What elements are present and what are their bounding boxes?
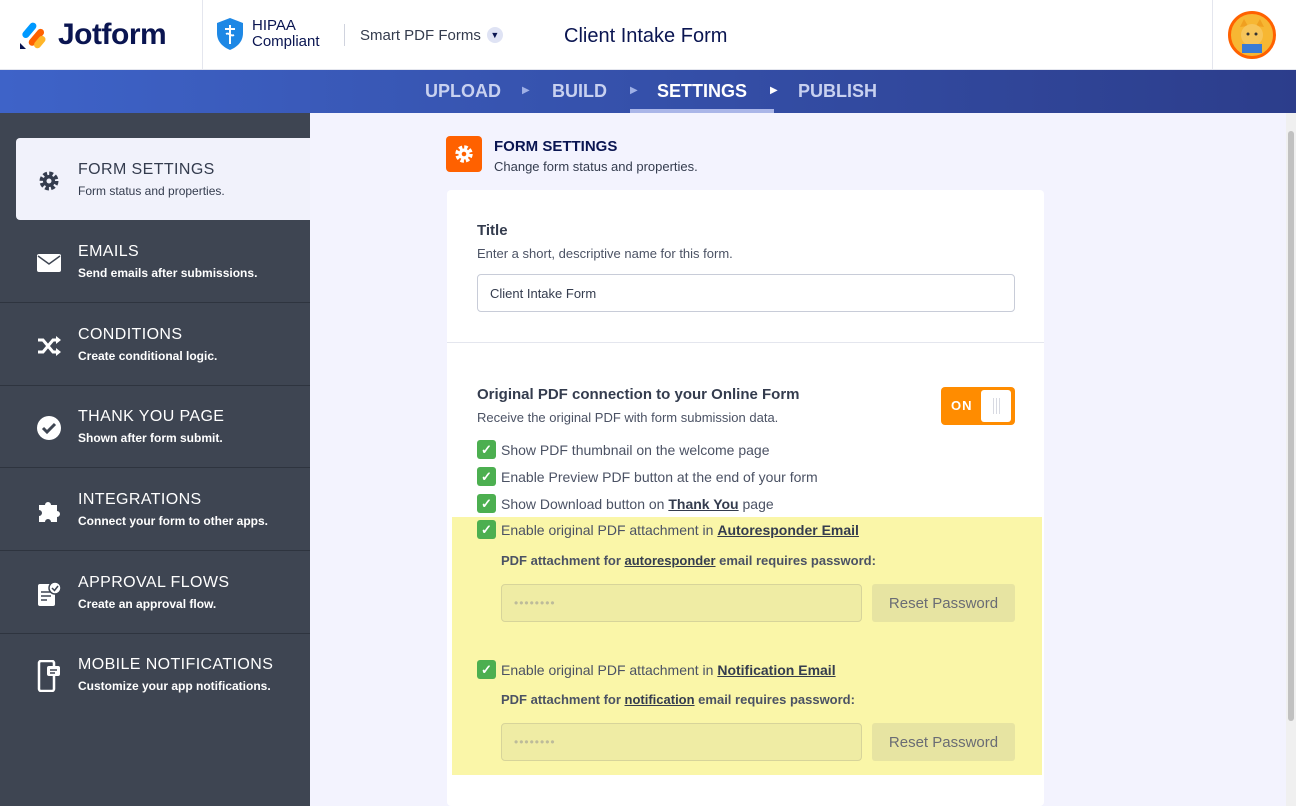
hipaa-badge: HIPAA Compliant bbox=[216, 17, 320, 51]
sidebar-item-sub: Create an approval flow. bbox=[78, 597, 217, 611]
title-label: Title bbox=[477, 222, 508, 239]
tab-build[interactable]: BUILD bbox=[552, 70, 607, 113]
checkbox-row: ✓ Enable original PDF attachment in Autor… bbox=[477, 520, 859, 539]
checkbox-label: Enable original PDF attachment in bbox=[501, 521, 718, 538]
tab-settings[interactable]: SETTINGS bbox=[630, 70, 775, 113]
envelope-icon bbox=[36, 250, 62, 276]
sidebar-item-title: EMAILS bbox=[78, 243, 140, 260]
settings-sidebar: FORM SETTINGS Form status and properties… bbox=[0, 113, 310, 806]
top-header: Jotform HIPAA Compliant Smart PDF Forms ▼… bbox=[0, 0, 1296, 70]
checkbox-row: ✓ Enable original PDF attachment in Notif… bbox=[477, 660, 836, 679]
sidebar-item-title: THANK YOU PAGE bbox=[78, 408, 225, 425]
avatar-cat-icon bbox=[1240, 19, 1264, 53]
notification-password-input[interactable]: •••••••• bbox=[501, 723, 862, 761]
sidebar-item-title: CONDITIONS bbox=[78, 326, 183, 343]
checkbox-checked-icon[interactable]: ✓ bbox=[477, 440, 496, 459]
notification-link[interactable]: notification bbox=[625, 692, 695, 707]
mobile-icon bbox=[36, 660, 62, 692]
autoresponder-email-link[interactable]: Autoresponder Email bbox=[717, 522, 859, 538]
checkbox-label: Show PDF thumbnail on the welcome page bbox=[501, 441, 770, 458]
checkbox-row: ✓ Enable Preview PDF button at the end of… bbox=[477, 467, 818, 486]
checkbox-label: Enable Preview PDF button at the end of … bbox=[501, 468, 818, 485]
gear-icon bbox=[36, 168, 62, 194]
chevron-down-icon: ▼ bbox=[486, 27, 503, 43]
sidebar-item-sub: Create conditional logic. bbox=[78, 349, 218, 363]
jotform-logo-icon bbox=[20, 22, 46, 49]
checkbox-label: Show Download button on bbox=[501, 495, 669, 512]
scrollbar[interactable] bbox=[1286, 113, 1296, 806]
toggle-label: ON bbox=[951, 398, 973, 413]
pdf-connection-toggle[interactable]: ON bbox=[941, 387, 1015, 425]
scrollbar-thumb[interactable] bbox=[1288, 131, 1294, 721]
wizard-nav: UPLOAD ▶ BUILD ▶ SETTINGS ▶ PUBLISH bbox=[0, 70, 1296, 113]
sidebar-item-title: FORM SETTINGS bbox=[78, 161, 215, 178]
sidebar-item-integrations[interactable]: INTEGRATIONS Connect your form to other … bbox=[0, 468, 310, 551]
arrow-right-icon: ▶ bbox=[770, 85, 778, 96]
puzzle-icon bbox=[36, 498, 62, 524]
hipaa-line1: HIPAA bbox=[252, 17, 296, 34]
divider bbox=[1212, 0, 1213, 70]
tab-upload[interactable]: UPLOAD bbox=[425, 70, 501, 113]
section-subtitle: Change form status and properties. bbox=[494, 159, 698, 174]
sidebar-item-emails[interactable]: EMAILS Send emails after submissions. bbox=[0, 220, 310, 303]
attachment-highlight-panel: ✓ Enable original PDF attachment in Autor… bbox=[452, 517, 1042, 775]
sidebar-item-approval-flows[interactable]: APPROVAL FLOWS Create an approval flow. bbox=[0, 551, 310, 634]
reset-password-button[interactable]: Reset Password bbox=[872, 584, 1015, 622]
sidebar-item-sub: Form status and properties. bbox=[78, 184, 225, 198]
checkbox-label: page bbox=[738, 495, 774, 512]
title-input[interactable] bbox=[477, 274, 1015, 312]
autoresponder-password-input[interactable]: •••••••• bbox=[501, 584, 862, 622]
reset-password-button[interactable]: Reset Password bbox=[872, 723, 1015, 761]
shuffle-icon bbox=[36, 333, 62, 359]
sidebar-item-mobile-notifications[interactable]: MOBILE NOTIFICATIONS Customize your app … bbox=[0, 633, 310, 716]
sidebar-item-sub: Connect your form to other apps. bbox=[78, 514, 269, 528]
product-dropdown[interactable]: Smart PDF Forms ▼ bbox=[344, 24, 503, 46]
section-title: FORM SETTINGS bbox=[494, 138, 618, 155]
shield-icon bbox=[217, 18, 243, 50]
sidebar-item-sub: Shown after form submit. bbox=[78, 431, 223, 445]
sidebar-item-thank-you-page[interactable]: THANK YOU PAGE Shown after form submit. bbox=[0, 385, 310, 468]
tab-publish[interactable]: PUBLISH bbox=[798, 70, 877, 113]
title-description: Enter a short, descriptive name for this… bbox=[477, 246, 733, 261]
approval-icon bbox=[36, 581, 62, 607]
form-title: Client Intake Form bbox=[564, 25, 728, 47]
notification-email-link[interactable]: Notification Email bbox=[717, 662, 835, 678]
sidebar-item-title: APPROVAL FLOWS bbox=[78, 574, 230, 591]
gear-icon bbox=[446, 136, 482, 172]
notification-password-label: PDF attachment for notification email re… bbox=[501, 692, 855, 707]
checkbox-checked-icon[interactable]: ✓ bbox=[477, 494, 496, 513]
product-label: Smart PDF Forms bbox=[360, 26, 481, 44]
divider bbox=[447, 342, 1044, 343]
sidebar-item-sub: Send emails after submissions. bbox=[78, 266, 258, 280]
section-header: FORM SETTINGS Change form status and pro… bbox=[446, 136, 698, 174]
sidebar-item-conditions[interactable]: CONDITIONS Create conditional logic. bbox=[0, 303, 310, 386]
label-text: email requires password: bbox=[715, 553, 876, 568]
label-text: email requires password: bbox=[694, 692, 855, 707]
avatar[interactable] bbox=[1228, 11, 1276, 59]
hipaa-line2: Compliant bbox=[252, 33, 320, 50]
sidebar-item-title: INTEGRATIONS bbox=[78, 491, 202, 508]
checkbox-label: Enable original PDF attachment in bbox=[501, 661, 718, 678]
checkbox-checked-icon[interactable]: ✓ bbox=[477, 520, 496, 539]
pdf-connection-description: Receive the original PDF with form submi… bbox=[477, 410, 779, 425]
autoresponder-password-label: PDF attachment for autoresponder email r… bbox=[501, 553, 876, 568]
checkbox-checked-icon[interactable]: ✓ bbox=[477, 660, 496, 679]
pdf-connection-label: Original PDF connection to your Online F… bbox=[477, 386, 800, 403]
autoresponder-link[interactable]: autoresponder bbox=[625, 553, 716, 568]
check-circle-icon bbox=[36, 415, 62, 441]
checkbox-row: ✓ Show PDF thumbnail on the welcome page bbox=[477, 440, 769, 459]
sidebar-item-form-settings[interactable]: FORM SETTINGS Form status and properties… bbox=[16, 138, 310, 220]
label-text: PDF attachment for bbox=[501, 553, 625, 568]
checkbox-checked-icon[interactable]: ✓ bbox=[477, 467, 496, 486]
arrow-right-icon: ▶ bbox=[522, 85, 530, 96]
toggle-knob bbox=[981, 390, 1011, 422]
brand-name: Jotform bbox=[58, 18, 167, 51]
label-text: PDF attachment for bbox=[501, 692, 625, 707]
sidebar-item-title: MOBILE NOTIFICATIONS bbox=[78, 656, 274, 673]
jotform-logo[interactable]: Jotform bbox=[18, 18, 167, 52]
thank-you-link[interactable]: Thank You bbox=[668, 496, 738, 512]
sidebar-item-sub: Customize your app notifications. bbox=[78, 679, 271, 693]
divider bbox=[202, 0, 203, 70]
checkbox-row: ✓ Show Download button on Thank You page bbox=[477, 494, 774, 513]
